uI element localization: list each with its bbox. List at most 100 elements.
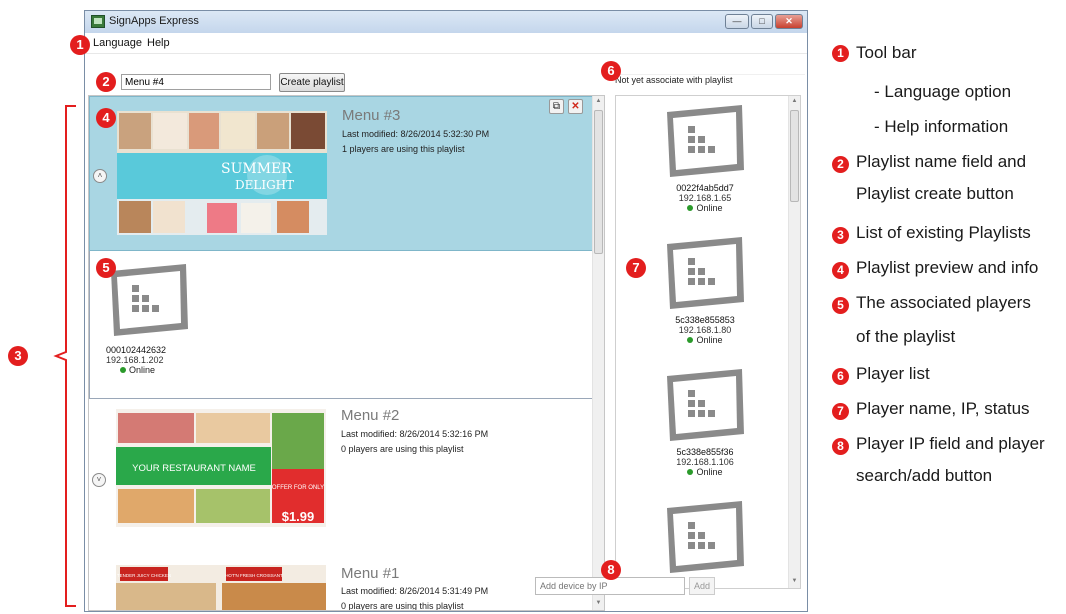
- add-device-button[interactable]: Add: [689, 577, 715, 595]
- legend-item-2a: Playlist name field and: [856, 152, 1027, 171]
- title-bar[interactable]: SignApps Express — □ ✕: [85, 11, 807, 33]
- player-list-scrollbar[interactable]: ▲ ▼: [788, 96, 800, 588]
- player-card[interactable]: 000102442632 192.168.1.202 Online: [106, 263, 190, 375]
- player-card[interactable]: 5c338e855f36 192.168.1.106 Online: [630, 368, 780, 477]
- player-name: 5c338e855853: [675, 315, 735, 325]
- scroll-down-arrow-icon[interactable]: ▼: [789, 576, 800, 587]
- collapse-chevron-up-icon[interactable]: ˄: [93, 169, 107, 183]
- restaurant-preview: YOUR RESTAURANT NAME $1.99 OFFER FOR ONL…: [116, 409, 326, 527]
- player-name: 5c338e855f36: [676, 447, 734, 457]
- thumb-price: $1.99: [282, 509, 315, 524]
- playlist-title: Menu #1: [341, 565, 400, 582]
- badge-8: 8: [601, 560, 621, 580]
- player-card[interactable]: 5c338e855853 192.168.1.80 Online: [630, 236, 780, 345]
- expand-chevron-down-icon[interactable]: ˅: [92, 473, 106, 487]
- maximize-button[interactable]: □: [751, 14, 773, 29]
- app-icon: [91, 15, 105, 28]
- scroll-down-arrow-icon[interactable]: ▼: [593, 598, 604, 609]
- legend-badge-7: 7: [832, 403, 849, 420]
- legend-badge-4: 4: [832, 262, 849, 279]
- online-status-dot: [687, 205, 694, 211]
- thumb-offer: OFFER FOR ONLY: [272, 485, 324, 491]
- player-card[interactable]: [630, 500, 780, 579]
- summer-delight-preview: SUMMER DELIGHT: [117, 111, 327, 235]
- badge-3: 3: [8, 346, 28, 366]
- legend-item-6: Player list: [856, 364, 930, 383]
- playlist-player-count: 0 players are using this playlist: [341, 601, 464, 611]
- player-status: Online: [630, 335, 780, 345]
- monitor-icon: [111, 264, 188, 336]
- legend-badge-6: 6: [832, 368, 849, 385]
- menu-language[interactable]: Language: [93, 37, 142, 49]
- menu-divider: [85, 53, 807, 54]
- associated-players: 000102442632 192.168.1.202 Online: [89, 251, 593, 399]
- playlist-item-menu-3[interactable]: SUMMER DELIGHT ˄ Menu #3 Last modified: …: [89, 96, 593, 251]
- player-ip: 192.168.1.80: [678, 325, 732, 335]
- legend-item-5b: of the playlist: [856, 327, 956, 346]
- player-list[interactable]: 0022f4ab5dd7 192.168.1.65 Online 5c338e8…: [615, 95, 801, 589]
- legend-badge-5: 5: [832, 297, 849, 314]
- badge-5: 5: [96, 258, 116, 278]
- menu-bar: Language Help: [85, 33, 807, 53]
- close-button[interactable]: ✕: [775, 14, 803, 29]
- app-window: SignApps Express — □ ✕ Language Help Cre…: [84, 10, 808, 612]
- menu-help[interactable]: Help: [147, 37, 170, 49]
- legend-item-1a: - Language option: [874, 82, 1012, 101]
- legend-item-8b: search/add button: [856, 466, 993, 485]
- monitor-icon: [667, 501, 744, 573]
- minimize-button[interactable]: —: [725, 14, 749, 29]
- playlist-list[interactable]: SUMMER DELIGHT ˄ Menu #3 Last modified: …: [88, 95, 605, 611]
- scrollbar-thumb[interactable]: [594, 110, 603, 254]
- online-status-dot: [687, 469, 694, 475]
- player-status-text: Online: [696, 335, 723, 345]
- scrollbar-thumb[interactable]: [790, 110, 799, 202]
- player-status-text: Online: [696, 203, 723, 213]
- monitor-icon: [667, 105, 744, 177]
- playlist-title: Menu #2: [341, 407, 400, 424]
- delete-icon[interactable]: ✕: [568, 99, 583, 114]
- scroll-up-arrow-icon[interactable]: ▲: [789, 96, 800, 107]
- thumb-tag-chicken: TENDER JUICY CHICKEN: [117, 573, 171, 578]
- playlist-title: Menu #3: [342, 107, 401, 124]
- player-status: Online: [630, 467, 780, 477]
- legend-item-2b: Playlist create button: [856, 184, 1014, 203]
- player-ip: 192.168.1.65: [678, 193, 732, 203]
- create-playlist-button[interactable]: Create playlist: [279, 73, 345, 92]
- player-ip: 192.168.1.106: [676, 457, 734, 467]
- player-card[interactable]: 0022f4ab5dd7 192.168.1.65 Online: [630, 104, 780, 213]
- legend-badge-8: 8: [832, 438, 849, 455]
- window-title: SignApps Express: [109, 15, 199, 27]
- online-status-dot: [120, 367, 126, 373]
- player-name: 0022f4ab5dd7: [676, 183, 734, 193]
- chicken-croissant-preview: TENDER JUICY CHICKEN HOT'N FRESH CROISSA…: [116, 565, 326, 610]
- thumb-headline: SUMMER: [221, 161, 292, 177]
- player-status: Online: [120, 365, 190, 375]
- scroll-up-arrow-icon[interactable]: ▲: [593, 96, 604, 107]
- thumb-headline: YOUR RESTAURANT NAME: [132, 463, 256, 474]
- player-status-text: Online: [129, 365, 156, 375]
- legend-item-4: Playlist preview and info: [856, 258, 1039, 277]
- playlist-player-count: 1 players are using this playlist: [342, 144, 465, 154]
- playlist-modified: Last modified: 8/26/2014 5:32:30 PM: [342, 129, 490, 139]
- legend-item-5a: The associated players: [856, 293, 1031, 312]
- playlist-item-menu-2[interactable]: YOUR RESTAURANT NAME $1.99 OFFER FOR ONL…: [89, 401, 593, 561]
- playlist-scrollbar[interactable]: ▲ ▼: [592, 96, 604, 610]
- player-status-text: Online: [696, 467, 723, 477]
- playlist-player-count: 0 players are using this playlist: [341, 444, 464, 454]
- legend-item-8a: Player IP field and player: [856, 434, 1045, 453]
- copy-icon[interactable]: ⧉: [549, 99, 564, 114]
- playlist-thumbnail: SUMMER DELIGHT: [117, 111, 327, 235]
- playlist-name-input[interactable]: [121, 74, 271, 90]
- player-list-header: Not yet associate with playlist: [615, 74, 805, 91]
- playlist-item-menu-1[interactable]: TENDER JUICY CHICKEN HOT'N FRESH CROISSA…: [89, 561, 593, 611]
- playlist-modified: Last modified: 8/26/2014 5:31:49 PM: [341, 586, 489, 596]
- badge-4: 4: [96, 108, 116, 128]
- badge-1: 1: [70, 35, 90, 55]
- monitor-icon: [667, 237, 744, 309]
- badge-6: 6: [601, 61, 621, 81]
- thumb-subheadline: DELIGHT: [235, 178, 294, 192]
- legend-badge-3: 3: [832, 227, 849, 244]
- player-name: 000102442632: [106, 345, 167, 355]
- player-ip: 192.168.1.202: [106, 355, 164, 365]
- playlist-list-bracket: [53, 105, 76, 607]
